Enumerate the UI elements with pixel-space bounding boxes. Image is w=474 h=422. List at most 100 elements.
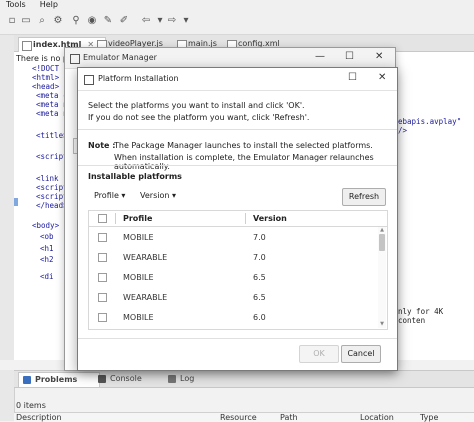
vertical-scrollbar[interactable]: ▲ ▼ xyxy=(378,227,386,328)
code-line: <!DOCT xyxy=(32,64,60,73)
code-fragment: nly for 4K conten xyxy=(398,307,444,325)
html-file-icon xyxy=(22,41,32,51)
debug-icon[interactable]: ✎ xyxy=(102,15,114,27)
window-icon xyxy=(84,75,94,85)
column-separator xyxy=(245,213,246,224)
column-profile[interactable]: Profile xyxy=(123,214,152,223)
row-checkbox[interactable] xyxy=(98,313,107,322)
forward-dropdown-icon[interactable]: ▾ xyxy=(180,15,192,27)
version-cell: 6.0 xyxy=(253,313,266,322)
forward-icon[interactable]: ⇨ xyxy=(166,15,178,27)
row-checkbox[interactable] xyxy=(98,293,107,302)
row-checkbox[interactable] xyxy=(98,273,107,282)
column-version[interactable]: Version xyxy=(253,214,287,223)
select-all-checkbox[interactable] xyxy=(98,214,107,223)
scroll-thumb[interactable] xyxy=(379,234,385,251)
dialog-title: Platform Installation xyxy=(98,74,179,83)
menu-help[interactable]: Help xyxy=(40,0,58,9)
table-row[interactable]: WEARABLE 7.0 xyxy=(89,247,377,267)
horizontal-scrollbar[interactable] xyxy=(88,328,386,335)
save-icon[interactable]: ▭ xyxy=(20,15,32,27)
divider xyxy=(78,338,397,339)
platform-installation-titlebar[interactable]: Platform Installation ☐ ✕ xyxy=(78,68,397,91)
code-line: <h1 xyxy=(40,244,54,253)
platform-installation-dialog: Platform Installation ☐ ✕ Select the pla… xyxy=(77,67,398,371)
code-line: <body> xyxy=(32,221,60,230)
cancel-button[interactable]: Cancel xyxy=(341,345,381,363)
section-title: Installable platforms xyxy=(88,172,182,181)
code-line: </head> xyxy=(36,201,68,210)
instruction-text: Select the platforms you want to install… xyxy=(88,101,305,110)
code-line: <di xyxy=(40,272,54,281)
tab-problems[interactable]: Problems xyxy=(18,372,100,387)
editor-notice: There is no pr xyxy=(16,54,72,63)
table-header: Profile Version xyxy=(89,211,387,227)
code-line: <meta n xyxy=(36,100,68,109)
tab-log[interactable]: Log xyxy=(164,372,220,386)
toolbar: ▫ ▭ ⌕ ⚙ ⚲ ◉ ✎ ✐ ⇦ ▾ ⇨ ▾ xyxy=(0,10,474,35)
emulator-manager-title: Emulator Manager xyxy=(83,53,157,62)
build-icon[interactable]: ⚙ xyxy=(52,15,64,27)
maximize-icon[interactable]: ☐ xyxy=(348,72,357,83)
maximize-icon[interactable]: ☐ xyxy=(345,51,354,62)
change-marker xyxy=(14,198,18,206)
divider xyxy=(78,129,397,130)
problems-icon xyxy=(23,376,31,384)
note-text: The Package Manager launches to install … xyxy=(114,141,373,150)
version-cell: 7.0 xyxy=(253,233,266,242)
chevron-down-icon: ▾ xyxy=(121,191,126,200)
editor-gutter xyxy=(14,64,18,224)
close-icon[interactable]: ✕ xyxy=(375,51,383,62)
menu-bar: Tools Help xyxy=(0,0,474,10)
code-line: <meta c xyxy=(36,91,68,100)
profile-dropdown[interactable]: Profile ▾ xyxy=(94,191,125,200)
profile-cell: MOBILE xyxy=(123,313,154,322)
code-line: <ob xyxy=(40,232,54,241)
scroll-down-icon[interactable]: ▼ xyxy=(378,321,386,327)
menu-tools[interactable]: Tools xyxy=(6,0,26,9)
profile-cell: MOBILE xyxy=(123,233,154,242)
note-text: When installation is complete, the Emula… xyxy=(114,153,374,171)
console-icon xyxy=(98,375,106,383)
version-dropdown[interactable]: Version ▾ xyxy=(140,191,176,200)
back-icon[interactable]: ⇦ xyxy=(140,15,152,27)
divider xyxy=(78,165,397,166)
search-icon[interactable]: ⌕ xyxy=(36,15,48,27)
code-line: <meta n xyxy=(36,109,68,118)
table-row[interactable]: MOBILE 7.0 xyxy=(89,227,377,247)
row-checkbox[interactable] xyxy=(98,253,107,262)
code-line: <title> xyxy=(36,131,68,140)
run-icon[interactable]: ◉ xyxy=(86,15,98,27)
back-dropdown-icon[interactable]: ▾ xyxy=(154,15,166,27)
table-row[interactable]: MOBILE 6.0 xyxy=(89,307,377,327)
refresh-button[interactable]: Refresh xyxy=(342,188,386,206)
minimize-icon[interactable]: — xyxy=(315,51,325,62)
edit-icon[interactable]: ✐ xyxy=(118,15,130,27)
table-row[interactable]: MOBILE 6.5 xyxy=(89,267,377,287)
code-line: <head> xyxy=(32,82,60,91)
version-cell: 6.5 xyxy=(253,273,266,282)
code-line: <html> xyxy=(32,73,60,82)
new-file-icon[interactable]: ▫ xyxy=(6,15,18,27)
close-icon[interactable]: ✕ xyxy=(378,72,386,83)
scroll-up-icon[interactable]: ▲ xyxy=(378,227,386,233)
profile-cell: WEARABLE xyxy=(123,293,168,302)
left-side-strip xyxy=(0,35,15,360)
table-row[interactable]: WEARABLE 6.5 xyxy=(89,287,377,307)
tab-console[interactable]: Console xyxy=(94,372,160,386)
row-checkbox[interactable] xyxy=(98,233,107,242)
emulator-manager-titlebar[interactable]: Emulator Manager — ☐ ✕ xyxy=(65,48,395,69)
version-cell: 7.0 xyxy=(253,253,266,262)
location-icon[interactable]: ⚲ xyxy=(70,15,82,27)
code-fragment: ebapis.avplay" /> xyxy=(398,117,462,135)
profile-cell: WEARABLE xyxy=(123,253,168,262)
window-icon xyxy=(70,54,80,64)
code-line: <link r xyxy=(36,174,68,183)
ok-button[interactable]: OK xyxy=(299,345,339,363)
column-separator xyxy=(115,213,116,224)
bottom-side-strip xyxy=(0,370,15,421)
code-line: <script xyxy=(36,192,68,201)
version-cell: 6.5 xyxy=(253,293,266,302)
code-line: <script xyxy=(36,152,68,161)
code-line: <script xyxy=(36,183,68,192)
